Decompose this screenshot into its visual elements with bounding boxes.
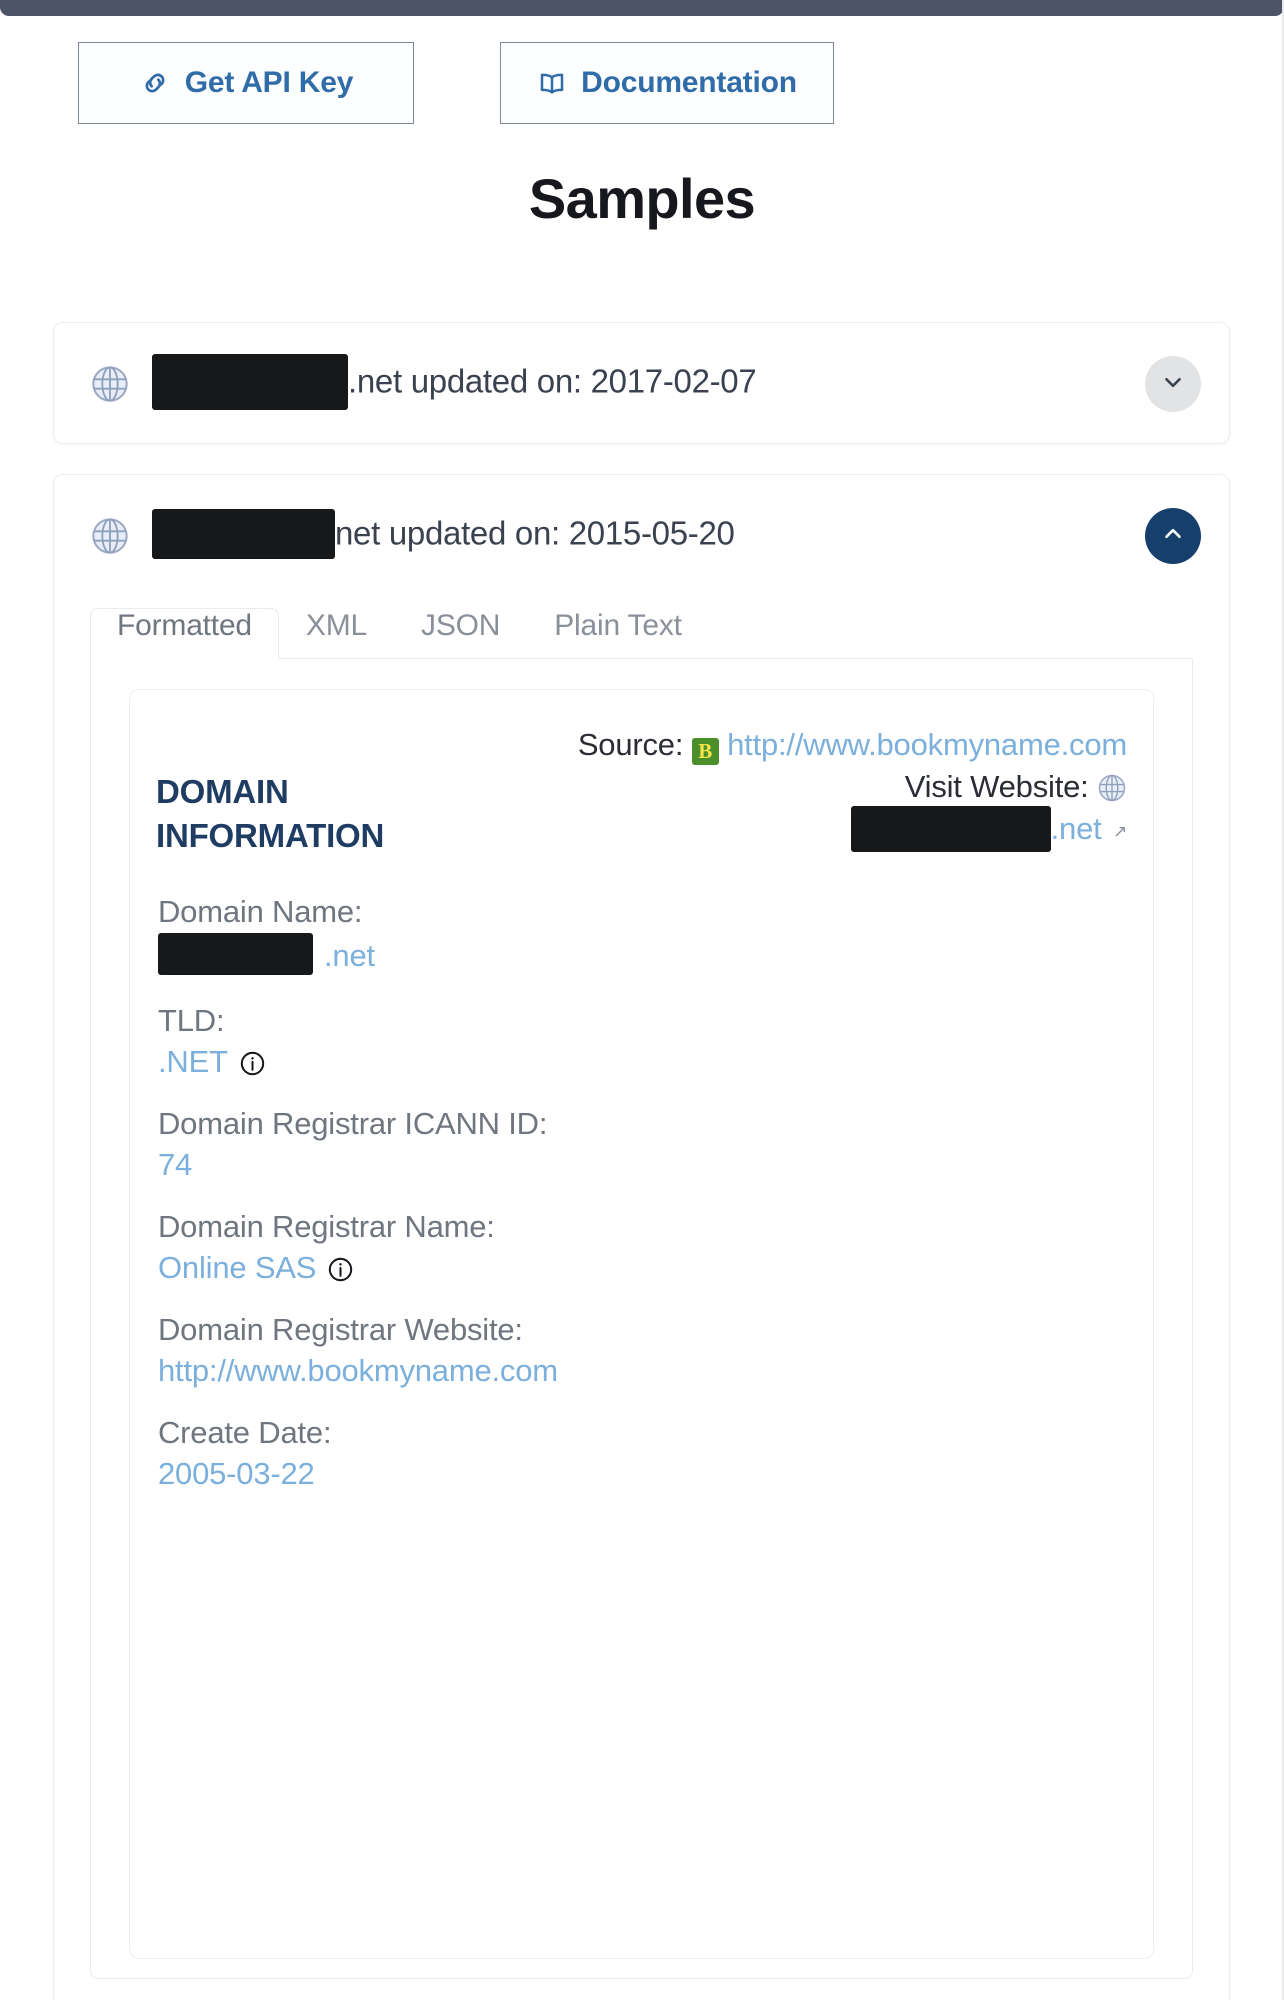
- field-tld: TLD: .NET: [158, 1003, 1127, 1080]
- visit-domain-suffix[interactable]: .net: [1051, 812, 1102, 847]
- field-value: Online SAS: [158, 1250, 1127, 1286]
- action-button-row: Get API Key Documentation: [0, 42, 1284, 124]
- formatted-tab-panel: DOMAIN INFORMATION Source: B http://www.…: [90, 659, 1193, 1979]
- field-value-text[interactable]: http://www.bookmyname.com: [158, 1353, 558, 1389]
- page-root: Get API Key Documentation Samples .net u…: [0, 0, 1284, 2000]
- link-icon: [139, 67, 171, 99]
- field-value: .NET: [158, 1044, 1127, 1080]
- source-and-visit-block: Source: B http://www.bookmyname.com Visi…: [456, 724, 1127, 854]
- tab-plain-text[interactable]: Plain Text: [527, 608, 709, 659]
- field-value: 74: [158, 1147, 1127, 1183]
- field-value-text[interactable]: .net: [324, 938, 375, 974]
- field-value-text[interactable]: Online SAS: [158, 1250, 316, 1286]
- field-create-date: Create Date: 2005-03-22: [158, 1415, 1127, 1492]
- field-label: Domain Registrar ICANN ID:: [158, 1106, 548, 1142]
- source-url-link[interactable]: http://www.bookmyname.com: [727, 727, 1127, 762]
- sample-domain-suffix: .net: [348, 362, 402, 400]
- documentation-button[interactable]: Documentation: [500, 42, 834, 124]
- globe-icon: [90, 516, 130, 556]
- field-domain-name: Domain Name: .net: [158, 894, 1127, 977]
- sample-card-collapsed[interactable]: .net updated on: 2017-02-07: [53, 322, 1230, 444]
- field-label: Domain Registrar Website:: [158, 1312, 523, 1348]
- sample-card-title: net updated on: 2015-05-20: [152, 509, 735, 561]
- info-icon[interactable]: [239, 1049, 266, 1076]
- visit-link-row: .net ↗: [456, 806, 1127, 854]
- get-api-key-button[interactable]: Get API Key: [78, 42, 414, 124]
- field-label: Domain Registrar Name:: [158, 1209, 495, 1245]
- sample-updated-text: updated on: 2017-02-07: [401, 362, 757, 400]
- globe-icon: [1097, 772, 1127, 802]
- whois-header: DOMAIN INFORMATION Source: B http://www.…: [156, 724, 1127, 858]
- get-api-key-label: Get API Key: [184, 66, 354, 99]
- field-label: Domain Name:: [158, 894, 363, 930]
- sample-domain-suffix: net: [335, 514, 380, 552]
- field-label: TLD:: [158, 1003, 225, 1039]
- chevron-up-icon: [1160, 521, 1186, 552]
- tab-xml[interactable]: XML: [279, 608, 394, 659]
- field-value-text[interactable]: .NET: [158, 1044, 228, 1080]
- field-value: 2005-03-22: [158, 1456, 1127, 1492]
- expand-toggle-button[interactable]: [1145, 356, 1201, 412]
- field-value-text[interactable]: 2005-03-22: [158, 1456, 315, 1492]
- sample-card-title: .net updated on: 2017-02-07: [152, 354, 757, 412]
- top-accent-bar: [0, 0, 1284, 16]
- whois-result-card: DOMAIN INFORMATION Source: B http://www.…: [129, 689, 1154, 1959]
- sample-card-header[interactable]: .net updated on: 2017-02-07: [54, 323, 1229, 445]
- source-row: Source: B http://www.bookmyname.com: [456, 724, 1127, 766]
- whois-field-list: Domain Name: .net TLD: .NET Domain Regis…: [156, 894, 1127, 1492]
- source-label: Source:: [577, 727, 684, 762]
- section-title: DOMAIN INFORMATION: [156, 773, 385, 855]
- bookmyname-favicon-icon: B: [691, 738, 719, 765]
- globe-icon: [90, 364, 130, 404]
- redacted-domain: [158, 933, 313, 976]
- field-value: http://www.bookmyname.com: [158, 1353, 1127, 1389]
- field-registrar-icann-id: Domain Registrar ICANN ID: 74: [158, 1106, 1127, 1183]
- field-registrar-name: Domain Registrar Name: Online SAS: [158, 1209, 1127, 1286]
- redacted-domain: [850, 806, 1051, 853]
- visit-website-label: Visit Website:: [904, 769, 1089, 805]
- visit-row: Visit Website:: [456, 766, 1127, 808]
- sample-card-header[interactable]: net updated on: 2015-05-20: [54, 475, 1229, 597]
- info-icon[interactable]: [327, 1255, 354, 1282]
- redacted-domain: [152, 354, 348, 410]
- page-title: Samples: [528, 167, 756, 230]
- field-value-text[interactable]: 74: [158, 1147, 192, 1183]
- tab-formatted[interactable]: Formatted: [90, 608, 279, 659]
- book-icon: [537, 68, 567, 98]
- chevron-down-icon: [1160, 369, 1186, 400]
- documentation-label: Documentation: [581, 66, 797, 99]
- result-format-tabs: Formatted XML JSON Plain Text: [90, 597, 1193, 659]
- external-link-icon: ↗: [1112, 821, 1127, 841]
- sample-card-expanded[interactable]: net updated on: 2015-05-20 Formatted XML…: [53, 474, 1230, 2000]
- collapse-toggle-button[interactable]: [1145, 508, 1201, 564]
- field-value: .net: [158, 933, 1127, 977]
- redacted-domain: [152, 509, 335, 559]
- field-registrar-website: Domain Registrar Website: http://www.boo…: [158, 1312, 1127, 1389]
- sample-updated-text: updated on: 2015-05-20: [379, 514, 735, 552]
- tab-json[interactable]: JSON: [394, 608, 527, 659]
- field-label: Create Date:: [158, 1415, 332, 1451]
